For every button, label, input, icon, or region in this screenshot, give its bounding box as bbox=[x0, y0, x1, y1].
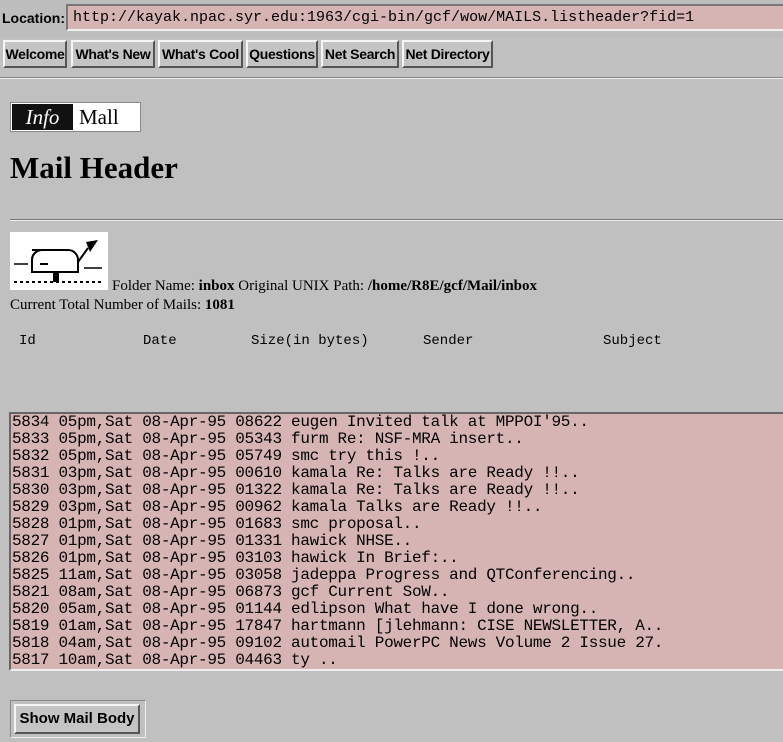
column-header-date: Date bbox=[143, 333, 177, 349]
location-bar: Location: http://kayak.npac.syr.edu:1963… bbox=[0, 0, 783, 38]
logo-mall-text: Mall bbox=[79, 105, 119, 129]
whats-new-button[interactable]: What's New bbox=[71, 40, 155, 68]
folder-info: Folder Name: inbox Original UNIX Path: /… bbox=[112, 278, 537, 295]
mail-count: Current Total Number of Mails: 1081 bbox=[10, 297, 235, 314]
folder-name-value: inbox bbox=[198, 278, 235, 294]
list-item[interactable]: 5819 01am,Sat 08-Apr-95 17847 hartmann [… bbox=[11, 618, 783, 635]
directory-button-bar: Welcome What's New What's Cool Questions… bbox=[0, 40, 783, 70]
list-item[interactable]: 5825 11am,Sat 08-Apr-95 03058 jadeppa Pr… bbox=[11, 567, 783, 584]
list-item[interactable]: 5828 01pm,Sat 08-Apr-95 01683 smc propos… bbox=[11, 516, 783, 533]
list-item[interactable]: 5830 03pm,Sat 08-Apr-95 01322 kamala Re:… bbox=[11, 482, 783, 499]
column-header-sender: Sender bbox=[423, 333, 474, 349]
mail-list[interactable]: 5834 05pm,Sat 08-Apr-95 08622 eugen Invi… bbox=[9, 412, 783, 671]
column-header-id: Id bbox=[19, 333, 36, 349]
horizontal-rule bbox=[10, 219, 783, 221]
toolbar-divider bbox=[0, 77, 783, 79]
location-input[interactable]: http://kayak.npac.syr.edu:1963/cgi-bin/g… bbox=[66, 4, 783, 31]
questions-button[interactable]: Questions bbox=[246, 40, 318, 68]
logo-info-text: Info bbox=[12, 104, 76, 130]
mail-count-value: 1081 bbox=[204, 297, 235, 313]
show-mail-body-button[interactable]: Show Mail Body bbox=[14, 704, 140, 734]
page-title: Mail Header bbox=[10, 150, 178, 185]
list-item[interactable]: 5821 08am,Sat 08-Apr-95 06873 gcf Curren… bbox=[11, 584, 783, 601]
list-item[interactable]: 5833 05pm,Sat 08-Apr-95 05343 furm Re: N… bbox=[11, 431, 783, 448]
unix-path-value: /home/R8E/gcf/Mail/inbox bbox=[367, 278, 538, 294]
mailbox-icon bbox=[10, 232, 108, 290]
list-item[interactable]: 5831 03pm,Sat 08-Apr-95 00610 kamala Re:… bbox=[11, 465, 783, 482]
info-mall-logo: Info Mall bbox=[10, 102, 141, 132]
list-item[interactable]: 5818 04am,Sat 08-Apr-95 09102 automail P… bbox=[11, 635, 783, 652]
list-item[interactable]: 5834 05pm,Sat 08-Apr-95 08622 eugen Invi… bbox=[11, 414, 783, 431]
location-label: Location: bbox=[2, 10, 65, 26]
column-header-subject: Subject bbox=[603, 333, 662, 349]
unix-path-label: Original UNIX Path: bbox=[238, 278, 365, 294]
list-item[interactable]: 5827 01pm,Sat 08-Apr-95 01331 hawick NHS… bbox=[11, 533, 783, 550]
net-search-button[interactable]: Net Search bbox=[321, 40, 399, 68]
list-item[interactable]: 5829 03pm,Sat 08-Apr-95 00962 kamala Tal… bbox=[11, 499, 783, 516]
show-mail-body-frame: Show Mail Body bbox=[10, 700, 146, 738]
list-item[interactable]: 5817 10am,Sat 08-Apr-95 04463 ty .. bbox=[11, 652, 783, 669]
list-item[interactable]: 5832 05pm,Sat 08-Apr-95 05749 smc try th… bbox=[11, 448, 783, 465]
whats-cool-button[interactable]: What's Cool bbox=[158, 40, 243, 68]
mail-count-label: Current Total Number of Mails: bbox=[10, 297, 202, 313]
net-directory-button[interactable]: Net Directory bbox=[402, 40, 493, 68]
folder-name-label: Folder Name: bbox=[112, 278, 195, 294]
list-item[interactable]: 5826 01pm,Sat 08-Apr-95 03103 hawick In … bbox=[11, 550, 783, 567]
welcome-button[interactable]: Welcome bbox=[3, 40, 67, 68]
column-header-size: Size(in bytes) bbox=[251, 333, 369, 349]
list-item[interactable]: 5820 05am,Sat 08-Apr-95 01144 edlipson W… bbox=[11, 601, 783, 618]
